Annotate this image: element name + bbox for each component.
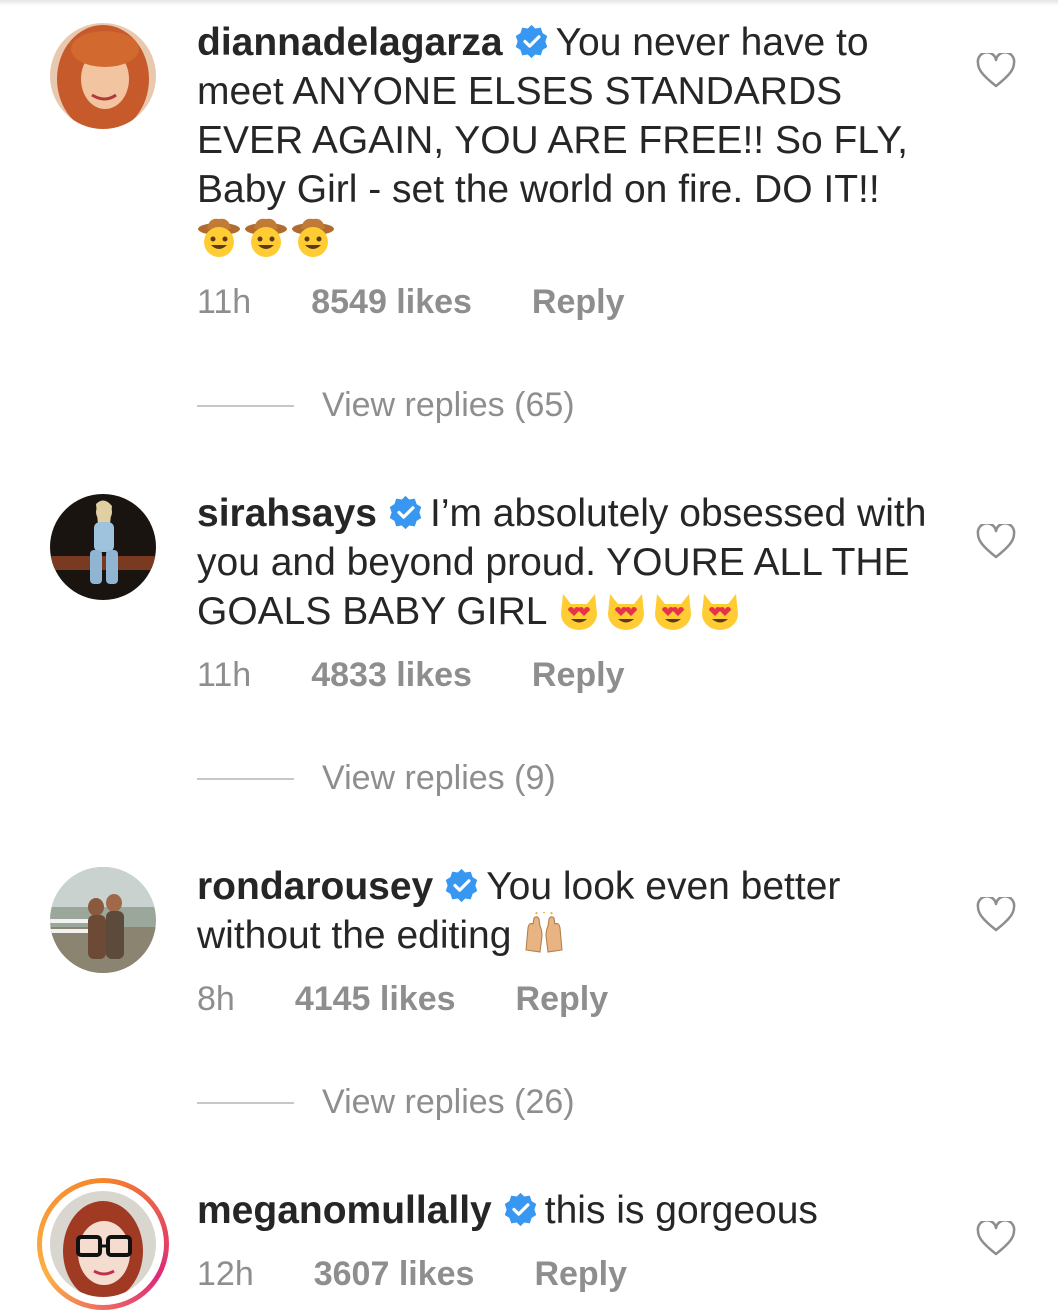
- username-link[interactable]: sirahsays: [197, 492, 377, 535]
- divider-line: [197, 405, 294, 407]
- verified-badge-icon: [389, 495, 422, 530]
- comment-text: meganomullally this is gorgeous: [197, 1186, 937, 1235]
- comment-text: sirahsays I’m absolutely obsessed with yo…: [197, 489, 937, 636]
- view-replies-label: View replies (26): [322, 1083, 575, 1121]
- heart-eyes-cat-icon: [557, 588, 601, 632]
- heart-eyes-cat-icon: [651, 588, 695, 632]
- comment-meta: 8h 4145 likes Reply: [197, 980, 608, 1019]
- likes-count[interactable]: 4833 likes: [311, 656, 472, 695]
- avatar[interactable]: [50, 23, 156, 129]
- heart-eyes-cat-icon: [604, 588, 648, 632]
- heart-outline-icon[interactable]: [976, 53, 1016, 89]
- verified-badge-icon: [504, 1192, 536, 1227]
- reply-button[interactable]: Reply: [532, 656, 625, 695]
- comment-text: diannadelagarza You never have to meet AN…: [197, 18, 937, 263]
- comment-time: 11h: [197, 283, 252, 321]
- top-edge-shadow: [0, 0, 1058, 6]
- heart-outline-icon[interactable]: [976, 524, 1016, 560]
- comment-text: rondarousey You look even better without …: [197, 862, 937, 960]
- heart-eyes-cat-icon: [698, 588, 742, 632]
- comment-meta: 12h 3607 likes Reply: [197, 1255, 627, 1294]
- view-replies-label: View replies (9): [322, 759, 556, 797]
- verified-badge-icon: [446, 868, 478, 903]
- comment-time: 11h: [197, 656, 252, 694]
- comment-meta: 11h 4833 likes Reply: [197, 656, 625, 695]
- heart-outline-icon[interactable]: [976, 897, 1016, 933]
- reply-button[interactable]: Reply: [516, 980, 609, 1019]
- verified-badge-icon: [515, 24, 547, 59]
- likes-count[interactable]: 4145 likes: [295, 980, 456, 1019]
- cowboy-face-icon: [197, 215, 241, 259]
- story-ring-avatar[interactable]: [37, 1178, 169, 1310]
- reply-button[interactable]: Reply: [532, 283, 625, 322]
- username-link[interactable]: rondarousey: [197, 865, 433, 908]
- username-link[interactable]: meganomullally: [197, 1189, 492, 1232]
- avatar: [50, 1191, 156, 1297]
- raising-hands-icon: [522, 911, 566, 956]
- comment-body: this is gorgeous: [544, 1189, 818, 1232]
- divider-line: [197, 1102, 294, 1104]
- cowboy-face-icon: [291, 215, 335, 259]
- view-replies-label: View replies (65): [322, 386, 575, 424]
- heart-outline-icon[interactable]: [976, 1221, 1016, 1257]
- avatar[interactable]: [50, 867, 156, 973]
- avatar[interactable]: [50, 494, 156, 600]
- cowboy-face-icon: [244, 215, 288, 259]
- reply-button[interactable]: Reply: [534, 1255, 627, 1294]
- comment-time: 8h: [197, 980, 235, 1018]
- comment-time: 12h: [197, 1255, 254, 1293]
- likes-count[interactable]: 8549 likes: [311, 283, 472, 322]
- likes-count[interactable]: 3607 likes: [314, 1255, 475, 1294]
- comment-meta: 11h 8549 likes Reply: [197, 283, 625, 322]
- divider-line: [197, 778, 294, 780]
- username-link[interactable]: diannadelagarza: [197, 21, 503, 64]
